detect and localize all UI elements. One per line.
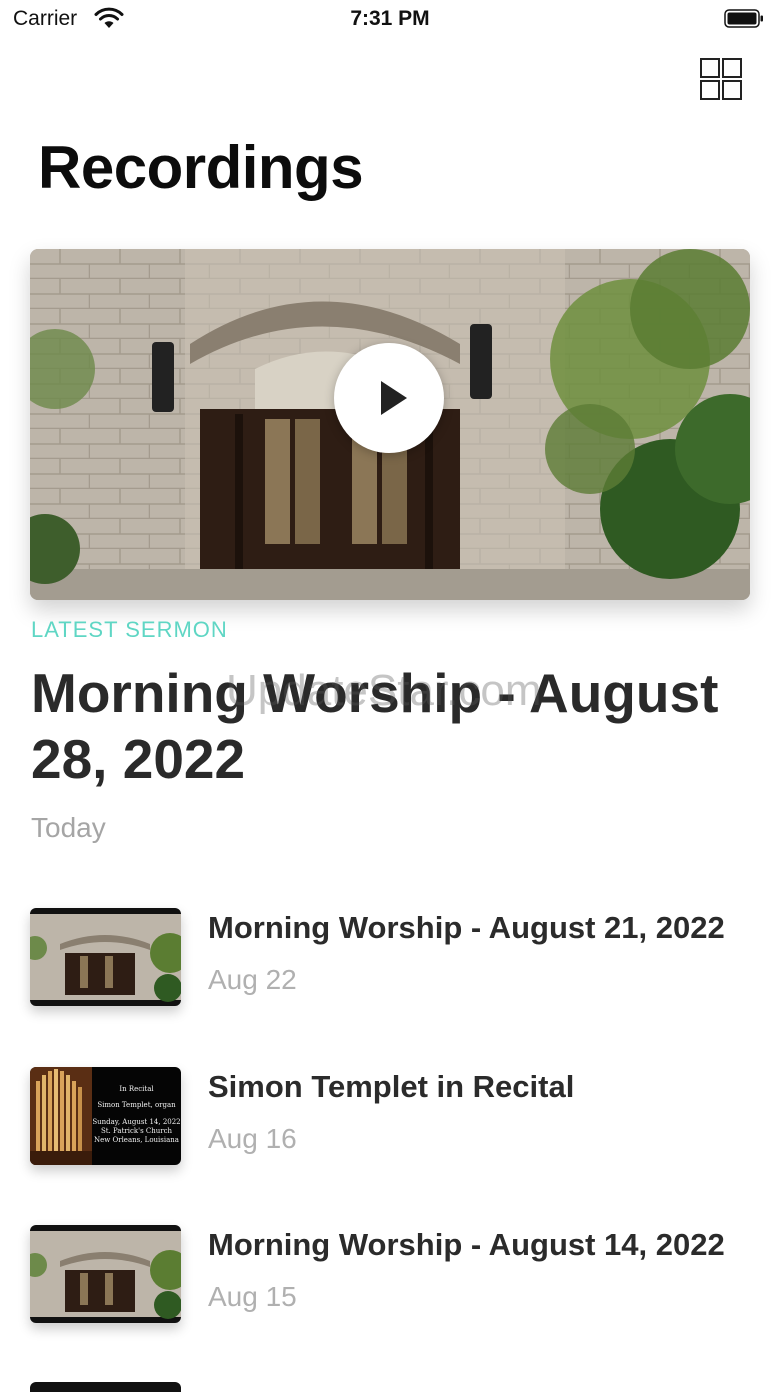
next-thumbnail-partial[interactable]	[30, 1382, 181, 1392]
battery-icon	[724, 9, 763, 28]
recording-date: Aug 16	[208, 1123, 297, 1154]
recital-poster-text: In Recital Simon Templet, organ Sunday, …	[92, 1067, 181, 1165]
play-button[interactable]	[334, 343, 444, 453]
poster-venue: St. Patrick's Church	[100, 1127, 173, 1135]
organ-pipes-image	[30, 1067, 92, 1165]
poster-performer: Simon Templet, organ	[97, 1101, 176, 1109]
latest-sermon-card[interactable]	[30, 249, 750, 600]
recording-title: Simon Templet in Recital	[208, 1069, 575, 1104]
thumbnail	[30, 908, 181, 1006]
thumbnail	[30, 1225, 181, 1323]
church-entrance-thumbnail	[30, 908, 181, 1006]
page-title: Recordings	[38, 134, 364, 201]
recording-title: Morning Worship - August 21, 2022	[208, 910, 725, 945]
poster-date: Sunday, August 14, 2022	[92, 1118, 181, 1126]
poster-city: New Orleans, Louisiana	[94, 1136, 179, 1144]
latest-sermon-title[interactable]: Morning Worship - August 28, 2022	[31, 660, 751, 792]
grid-icon[interactable]	[700, 58, 742, 100]
poster-heading: In Recital	[119, 1085, 154, 1093]
list-item[interactable]: Morning Worship - August 21, 2022 Aug 22	[30, 908, 755, 1008]
play-icon	[381, 381, 407, 415]
recording-date: Aug 22	[208, 964, 297, 995]
list-item[interactable]: In Recital Simon Templet, organ Sunday, …	[30, 1067, 755, 1167]
list-item[interactable]: Morning Worship - August 14, 2022 Aug 15	[30, 1225, 755, 1325]
thumbnail: In Recital Simon Templet, organ Sunday, …	[30, 1067, 181, 1165]
status-bar: Carrier 7:31 PM	[0, 0, 780, 40]
latest-sermon-date: Today	[31, 812, 106, 843]
recording-date: Aug 15	[208, 1281, 297, 1312]
clock: 7:31 PM	[350, 7, 430, 30]
latest-sermon-label: LATEST SERMON	[31, 617, 228, 642]
recording-title: Morning Worship - August 14, 2022	[208, 1227, 725, 1262]
church-entrance-thumbnail	[30, 1225, 181, 1323]
